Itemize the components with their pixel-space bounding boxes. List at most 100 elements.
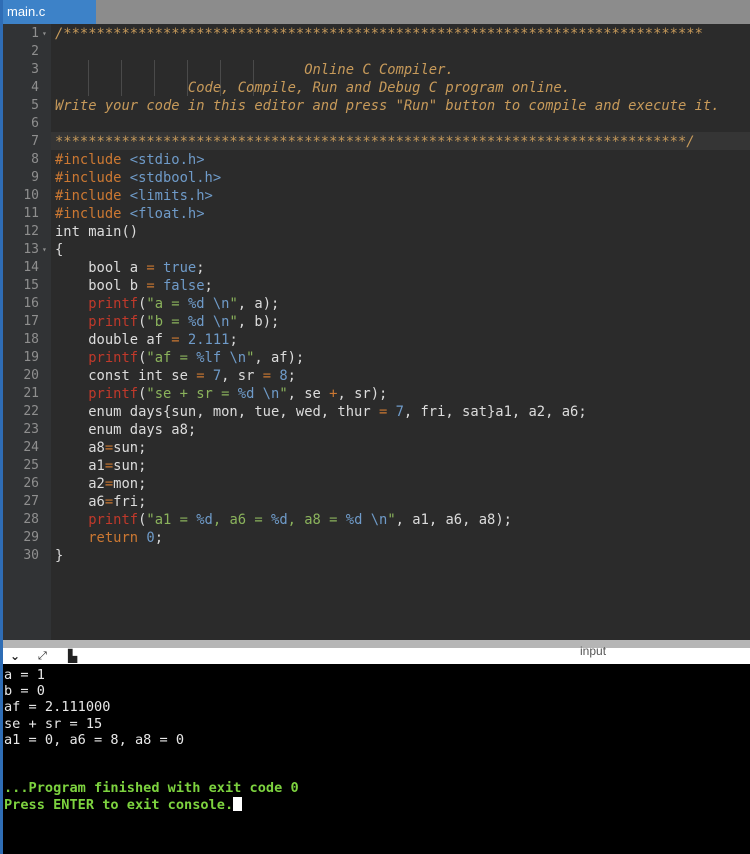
code-token: %d [196,512,213,528]
code-editor[interactable]: 1 ▾ 2 3 4 5 6 7 8 9 10 11 12 13 ▾ 14 15 16 17 18 19 20 21 22 23 2… [0,24,750,640]
code-line: enum days a8; [55,421,196,439]
code-token: a8 [55,440,105,456]
line-number: 14 [23,260,39,275]
line-number: 20 [23,368,39,383]
line-number: 30 [23,548,39,563]
code-token: #include [55,152,130,168]
chevron-down-icon[interactable]: ⌄ [10,648,20,664]
code-line: #include <stdio.h> [55,151,205,169]
line-number: 23 [23,422,39,437]
line-number: 6 [31,116,39,131]
code-token: = [104,440,114,456]
code-line: { [55,241,63,259]
code-token: %d \n [187,314,230,330]
code-line: Code, Compile, Run and Debug C program o… [55,79,570,97]
code-token: %d \n [187,296,230,312]
line-number: 13 [23,242,39,257]
exit-message: ...Program finished with exit code 0 [4,780,299,797]
code-token: 0 [138,530,155,546]
code-line: double af = 2.111; [55,331,238,349]
code-token: , sr [221,368,263,384]
code-token: %lf \n [196,350,247,366]
code-token: , a1, a6, a8); [395,512,512,528]
code-token: sun; [113,458,147,474]
code-token: " [279,386,288,402]
prompt-text: Press ENTER to exit console. [4,796,234,813]
code-token: sun; [113,440,147,456]
code-token: printf [88,386,139,402]
panel-resize-handle[interactable] [0,640,750,648]
line-number: 26 [23,476,39,491]
code-token: enum days a8; [55,422,197,438]
clear-console-icon[interactable]: ▙ [68,648,77,664]
code-token: const int se [55,368,197,384]
line-number: 10 [23,188,39,203]
code-line: printf("se + sr = %d \n", se +, sr); [55,385,387,403]
tab-main-c[interactable]: main.c [0,0,96,24]
line-number: 18 [23,332,39,347]
tab-bar: main.c [0,0,750,24]
code-token: #include [55,188,130,204]
code-line: printf("b = %d \n", b); [55,313,279,331]
expand-icon[interactable]: ⤢ [38,648,47,664]
fold-arrow-icon[interactable]: ▾ [42,25,47,43]
output-line: af = 2.111000 [4,699,111,716]
code-token: , a8 = [287,512,346,528]
code-token: = [171,332,180,348]
code-token: Code, Compile, Run and Debug C program o… [55,80,570,96]
code-token: bool b [55,278,147,294]
code-token: a1 [55,458,105,474]
code-token: Write your code in this editor and press… [55,98,720,114]
code-token: 7 [204,368,222,384]
code-token: "a = [146,296,188,312]
code-line: } [55,547,63,565]
line-number: 22 [23,404,39,419]
code-line: a8=sun; [55,439,146,457]
code-line: /***************************************… [55,25,703,43]
code-token: = [146,260,155,276]
code-line: printf("a = %d \n", a); [55,295,279,313]
code-line: enum days{sun, mon, tue, wed, thur = 7, … [55,403,586,421]
line-number: 9 [31,170,39,185]
input-tab[interactable]: input [580,644,606,658]
code-token: , af); [254,350,305,366]
code-token: ; [204,278,213,294]
code-line: bool a = true; [55,259,205,277]
code-token: = [262,368,272,384]
code-token: "b = [146,314,188,330]
code-token: Online C Compiler. [55,62,454,78]
code-token: enum days{sun, mon, tue, wed, thur [55,404,379,420]
output-line: a = 1 [4,667,45,683]
code-token: <float.h> [129,206,205,222]
console-cursor [233,796,243,811]
fold-arrow-icon[interactable]: ▾ [42,241,47,259]
line-number: 7 [31,134,39,149]
line-number: 11 [23,206,39,221]
code-token: <limits.h> [129,188,213,204]
code-token: " [229,296,238,312]
console-toolbar: ⌄ ⤢ ▙ input [0,644,750,664]
code-line: printf("a1 = %d, a6 = %d, a8 = %d \n", a… [55,511,512,529]
code-token: 2.111 [179,332,230,348]
code-token: ; [196,260,205,276]
line-number: 19 [23,350,39,365]
line-number: 3 [31,62,39,77]
code-token: <stdio.h> [129,152,205,168]
code-token: /***************************************… [55,26,703,42]
code-token: = [146,278,155,294]
output-line: b = 0 [4,683,45,700]
code-line: a2=mon; [55,475,146,493]
console-output[interactable]: a = 1b = 0 af = 2.111000 se + sr = 15 a1 = … [0,664,750,854]
code-token: %d [271,512,288,528]
code-token: printf [88,314,139,330]
code-token: , a); [237,296,280,312]
code-line: int main() [55,223,138,241]
code-token: } [55,548,64,564]
code-token: a2 [55,476,105,492]
line-number: 16 [23,296,39,311]
